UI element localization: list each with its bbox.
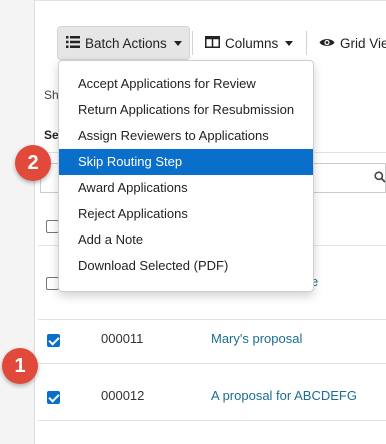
grid-view-button[interactable]: Grid Vie <box>311 26 386 60</box>
row-title-link[interactable]: A proposal for ABCDEFG <box>211 388 357 403</box>
caret-down-icon <box>285 40 294 46</box>
row-checkbox[interactable] <box>47 391 60 404</box>
list-icon <box>66 35 80 51</box>
menu-item-assign-reviewers[interactable]: Assign Reviewers to Applications <box>59 123 313 149</box>
top-divider <box>35 0 386 1</box>
grid-view-label: Grid Vie <box>340 35 386 51</box>
menu-item-download-pdf[interactable]: Download Selected (PDF) <box>59 253 313 279</box>
step-one-badge: 1 <box>2 348 38 384</box>
toolbar-separator <box>192 31 193 55</box>
menu-item-award-applications[interactable]: Award Applications <box>59 175 313 201</box>
row-id: 000012 <box>101 388 145 403</box>
menu-item-accept-applications[interactable]: Accept Applications for Review <box>59 71 313 97</box>
menu-item-return-applications[interactable]: Return Applications for Resubmission <box>59 97 313 123</box>
step-two-badge: 2 <box>15 145 51 181</box>
menu-item-add-note[interactable]: Add a Note <box>59 227 313 253</box>
row-title-link[interactable]: Mary's proposal <box>211 331 302 346</box>
menu-item-skip-routing-step[interactable]: Skip Routing Step <box>59 149 313 175</box>
toolbar-separator <box>306 31 307 55</box>
batch-actions-label: Batch Actions <box>85 35 167 51</box>
section-heading: Se <box>44 128 59 142</box>
show-entries-text: Sh <box>44 88 59 102</box>
row-divider <box>38 319 386 320</box>
row-divider <box>38 363 386 364</box>
batch-actions-button[interactable]: Batch Actions <box>57 26 190 60</box>
columns-label: Columns <box>225 35 279 51</box>
columns-button[interactable]: Columns <box>197 26 300 60</box>
row-id: 000011 <box>101 331 144 346</box>
search-icon[interactable] <box>374 171 386 186</box>
batch-actions-menu: Accept Applications for Review Return Ap… <box>58 60 314 292</box>
menu-item-reject-applications[interactable]: Reject Applications <box>59 201 313 227</box>
row-divider <box>38 420 386 421</box>
columns-icon <box>205 35 220 51</box>
eye-icon <box>319 36 335 51</box>
caret-down-icon <box>173 40 182 46</box>
row-checkbox[interactable] <box>47 334 60 347</box>
